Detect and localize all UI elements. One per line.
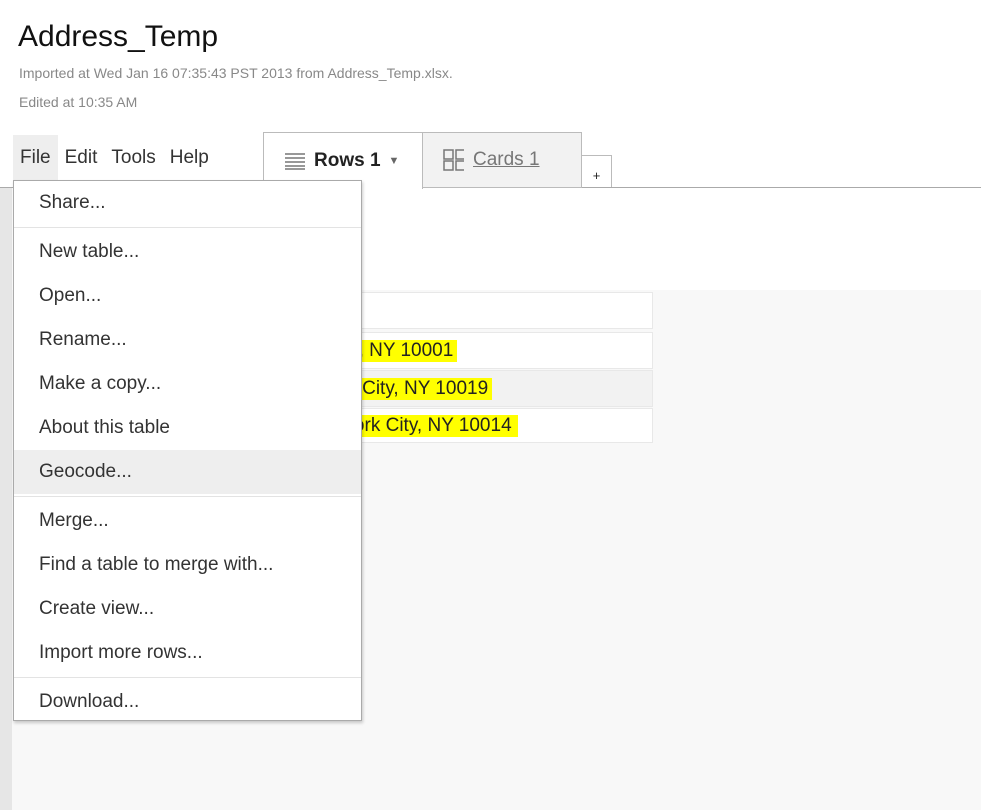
divider [582, 187, 981, 188]
menu-separator [14, 677, 361, 678]
menu-separator [14, 496, 361, 497]
menu-item-new-table[interactable]: New table... [14, 230, 361, 274]
add-tab-button[interactable]: + [582, 155, 612, 188]
tab-rows-label: Rows 1 [314, 150, 381, 171]
tab-cards[interactable]: Cards 1 [422, 132, 582, 188]
chevron-down-icon[interactable]: ▼ [389, 155, 400, 167]
import-info: Imported at Wed Jan 16 07:35:43 PST 2013… [19, 65, 453, 81]
menu-item-merge[interactable]: Merge... [14, 499, 361, 543]
menu-separator [14, 227, 361, 228]
table-row[interactable]: rk City, NY 10019 [340, 370, 653, 407]
table-row[interactable]: York City, NY 10014 [340, 408, 653, 443]
menu-item-download[interactable]: Download... [14, 680, 361, 724]
left-strip [0, 188, 12, 810]
edit-info: Edited at 10:35 AM [19, 94, 138, 110]
menu-item-import-rows[interactable]: Import more rows... [14, 631, 361, 675]
menu-help[interactable]: Help [163, 135, 216, 180]
file-menu: Share... New table... Open... Rename... … [13, 180, 362, 721]
menu-edit[interactable]: Edit [58, 135, 105, 180]
menu-item-share[interactable]: Share... [14, 181, 361, 225]
menubar: File Edit Tools Help [13, 135, 216, 180]
menu-item-make-copy[interactable]: Make a copy... [14, 362, 361, 406]
tab-cards-label: Cards 1 [473, 149, 540, 170]
address-cell: rk City, NY 10019 [341, 377, 493, 400]
address-cell: York City, NY 10014 [341, 414, 518, 437]
page-title: Address_Temp [18, 20, 219, 53]
menu-item-geocode[interactable]: Geocode... [14, 450, 361, 494]
rows-icon [285, 153, 305, 170]
table-row[interactable]: ity, NY 10001 [340, 332, 653, 369]
menu-file[interactable]: File [13, 135, 58, 180]
menu-item-about[interactable]: About this table [14, 406, 361, 450]
menu-item-create-view[interactable]: Create view... [14, 587, 361, 631]
cards-icon [443, 149, 464, 171]
menu-item-open[interactable]: Open... [14, 274, 361, 318]
table-header-row [340, 292, 653, 329]
menu-tools[interactable]: Tools [104, 135, 162, 180]
menu-item-find-merge[interactable]: Find a table to merge with... [14, 543, 361, 587]
menu-item-rename[interactable]: Rename... [14, 318, 361, 362]
